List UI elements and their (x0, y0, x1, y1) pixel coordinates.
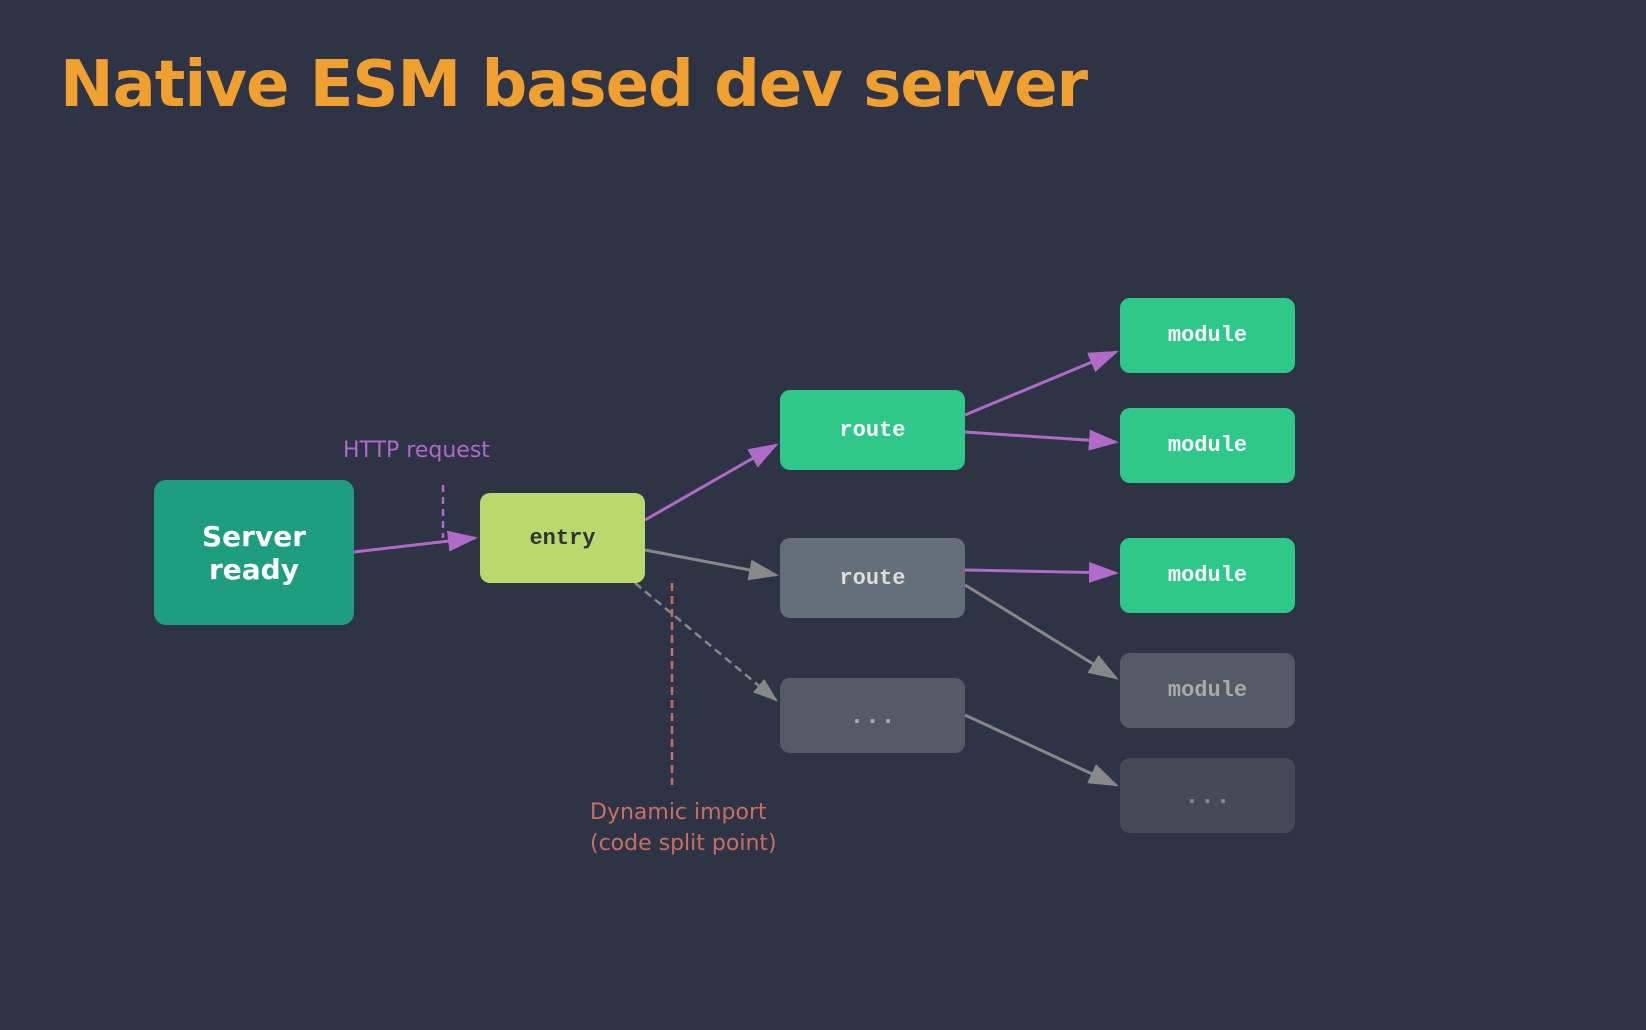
arrow-route1-to-module2 (965, 432, 1116, 442)
node-module3: module (1120, 538, 1295, 613)
node-entry: entry (480, 493, 645, 583)
arrow-dots-to-dotsright (965, 715, 1116, 785)
label-dynamic-import: Dynamic import (code split point) (590, 798, 777, 860)
arrow-route1-to-module1 (965, 352, 1116, 415)
arrow-route2-to-module3 (965, 570, 1116, 573)
node-module1: module (1120, 298, 1295, 373)
diagram: Server ready entry route route ... modul… (60, 180, 1600, 960)
arrow-entry-to-route1 (645, 445, 776, 520)
node-route1: route (780, 390, 965, 470)
node-module2: module (1120, 408, 1295, 483)
node-dots-right: ... (1120, 758, 1295, 833)
node-route2: route (780, 538, 965, 618)
node-module4: module (1120, 653, 1295, 728)
arrow-server-to-entry (354, 538, 475, 552)
page-title: Native ESM based dev server (60, 48, 1087, 122)
arrow-entry-to-dots (635, 583, 776, 700)
arrow-route2-to-module4 (965, 585, 1116, 678)
node-server: Server ready (154, 480, 354, 625)
node-dots-left: ... (780, 678, 965, 753)
label-http-request: HTTP request (343, 438, 490, 463)
arrow-entry-to-route2 (645, 550, 776, 575)
